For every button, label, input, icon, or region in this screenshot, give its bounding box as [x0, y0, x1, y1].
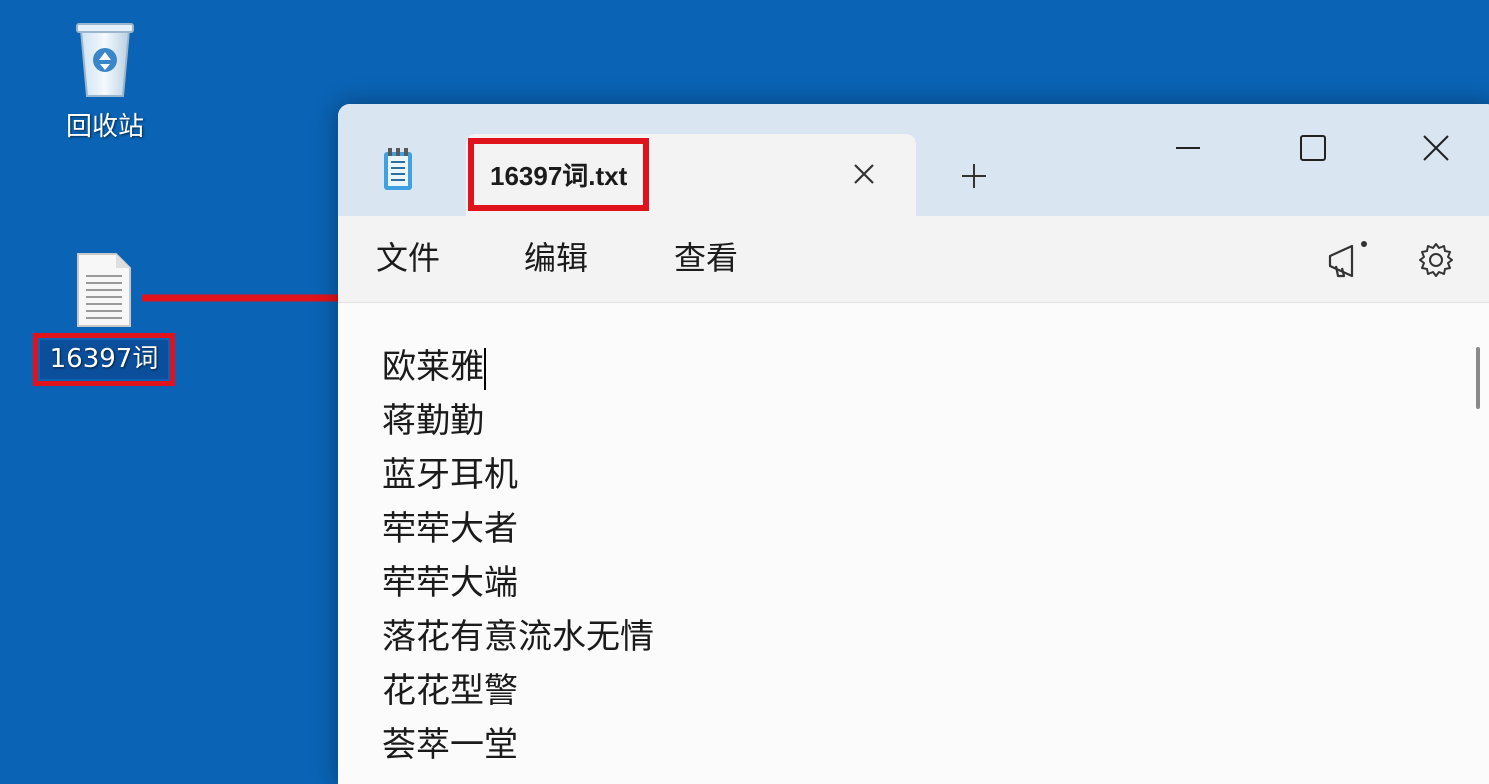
text-caret	[484, 347, 486, 390]
editor-line-4: 荦荦大者	[382, 509, 518, 549]
close-icon[interactable]	[846, 156, 882, 192]
tab-document[interactable]: 16397词.txt	[466, 134, 916, 216]
text-file-label: 16397词	[32, 332, 176, 387]
editor-line-7: 花花型警	[382, 671, 518, 711]
minimize-icon[interactable]	[1158, 124, 1218, 174]
gear-icon[interactable]	[1414, 238, 1458, 282]
plus-icon[interactable]	[956, 158, 992, 194]
recycle-bin-label: 回收站	[65, 112, 144, 142]
tab-title: 16397词.txt	[490, 161, 628, 191]
vertical-scrollbar[interactable]	[1476, 347, 1480, 409]
notepad-window: 16397词.txt 文件 编辑 查看 欧莱雅 蒋勤勤 蓝牙耳机 荦荦大者 荦荦…	[338, 104, 1489, 784]
editor-line-text: 欧莱雅	[382, 347, 484, 387]
recycle-bin-icon	[76, 23, 134, 97]
maximize-icon[interactable]	[1283, 124, 1343, 174]
menu-view[interactable]: 查看	[674, 238, 738, 280]
title-bar: 16397词.txt	[338, 104, 1489, 216]
text-file-icon	[77, 253, 131, 327]
text-editor[interactable]: 欧莱雅 蒋勤勤 蓝牙耳机 荦荦大者 荦荦大端 落花有意流水无情 花花型警 荟萃一…	[338, 303, 1489, 784]
megaphone-icon[interactable]	[1322, 236, 1372, 286]
menu-file[interactable]: 文件	[376, 238, 440, 280]
tab-title-highlight: 16397词.txt	[468, 138, 650, 211]
window-close-icon[interactable]	[1406, 124, 1466, 174]
menu-bar: 文件 编辑 查看	[338, 216, 1489, 303]
editor-line-1: 欧莱雅	[382, 347, 486, 390]
desktop-icon-recycle-bin[interactable]: 回收站	[50, 20, 160, 143]
editor-line-2: 蒋勤勤	[382, 401, 484, 441]
editor-line-8: 荟萃一堂	[382, 725, 518, 765]
menu-edit[interactable]: 编辑	[524, 238, 588, 280]
notepad-icon	[384, 148, 412, 190]
editor-line-5: 荦荦大端	[382, 563, 518, 603]
editor-line-6: 落花有意流水无情	[382, 617, 654, 657]
editor-line-3: 蓝牙耳机	[382, 455, 518, 495]
